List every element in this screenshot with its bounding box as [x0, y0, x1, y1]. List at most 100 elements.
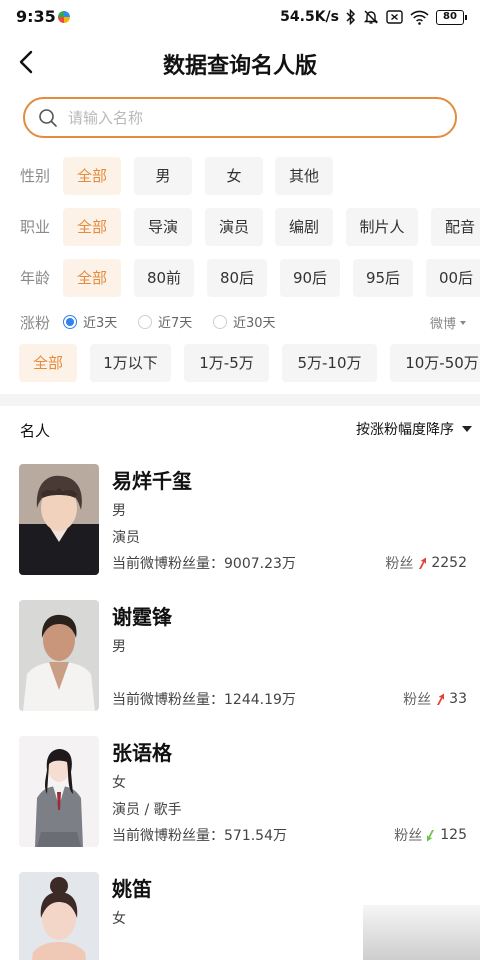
- trend-down-icon: [427, 829, 435, 841]
- weibo-fans-count: 当前微博粉丝量：1244.19万: [112, 689, 296, 709]
- period-option-30-days[interactable]: 近30天: [213, 312, 276, 331]
- occupation-chip-screenwriter[interactable]: 编剧: [275, 208, 333, 246]
- gender-filter-row: 性别 全部 男 女 其他: [0, 157, 480, 195]
- fans-count-value: 571.54万: [224, 828, 287, 844]
- occupation-chip-producer[interactable]: 制片人: [346, 208, 418, 246]
- dropdown-caret-icon: [460, 320, 466, 325]
- fans-change: 粉丝 2252: [385, 553, 467, 573]
- search-box[interactable]: [23, 97, 457, 138]
- period-label: 近30天: [233, 316, 276, 331]
- fans-change: 粉丝 33: [403, 689, 467, 709]
- sort-label: 按涨粉幅度降序: [356, 422, 454, 438]
- period-option-7-days[interactable]: 近7天: [138, 312, 192, 331]
- age-chip-95s[interactable]: 95后: [353, 259, 413, 297]
- sort-dropdown[interactable]: 按涨粉幅度降序: [356, 419, 472, 439]
- app-notification-icon: [58, 11, 70, 23]
- platform-label: 微博: [429, 317, 456, 332]
- sort-caret-icon: [462, 426, 472, 432]
- celebrity-list-item[interactable]: 谢霆锋 男 当前微博粉丝量：1244.19万 粉丝 33: [0, 600, 480, 725]
- fans-delta: 2252: [431, 555, 467, 571]
- occupation-filter-label: 职业: [20, 218, 51, 236]
- gender-chip-female[interactable]: 女: [205, 157, 263, 195]
- avatar: [19, 872, 99, 960]
- age-filter-label: 年龄: [20, 269, 51, 287]
- age-chip-00s[interactable]: 00后: [426, 259, 480, 297]
- wifi-icon: [410, 10, 429, 25]
- radio-selected-icon: [63, 314, 77, 329]
- trend-up-icon: [419, 557, 427, 569]
- celebrity-gender: 女: [112, 775, 126, 791]
- network-speed: 54.5K/s: [280, 9, 339, 25]
- fans-count-value: 9007.23万: [224, 556, 296, 572]
- avatar: [19, 600, 99, 711]
- range-chip-10k-50k[interactable]: 1万-5万: [184, 344, 269, 382]
- fan-growth-period-row: 涨粉 近3天 近7天 近30天 微博: [0, 310, 480, 334]
- celebrity-list-item[interactable]: 张语格 女 演员 / 歌手 当前微博粉丝量：571.54万 粉丝 125: [0, 736, 480, 861]
- age-chip-before-80[interactable]: 80前: [134, 259, 194, 297]
- celebrity-name: 张语格: [112, 741, 172, 765]
- search-input[interactable]: [68, 108, 428, 127]
- fan-growth-label: 涨粉: [20, 314, 51, 332]
- list-title: 名人: [20, 422, 51, 440]
- gender-chip-male[interactable]: 男: [134, 157, 192, 195]
- radio-unselected-icon: [138, 314, 152, 329]
- occupation-chip-director[interactable]: 导演: [134, 208, 192, 246]
- occupation-chip-voice-actor[interactable]: 配音: [431, 208, 480, 246]
- age-chip-80s[interactable]: 80后: [207, 259, 267, 297]
- occupation-chip-all[interactable]: 全部: [63, 208, 121, 246]
- nav-bar: 数据查询名人版: [0, 36, 480, 88]
- period-option-3-days[interactable]: 近3天: [63, 312, 117, 331]
- range-chip-under-10k[interactable]: 1万以下: [90, 344, 171, 382]
- sim-card-icon: [386, 10, 403, 24]
- gesture-overlay: [363, 905, 480, 960]
- page-title: 数据查询名人版: [162, 54, 317, 79]
- celebrity-occupation: 演员: [112, 530, 140, 546]
- range-chip-100k-500k[interactable]: 10万-50万: [390, 344, 480, 382]
- bluetooth-icon: [346, 9, 356, 25]
- celebrity-gender: 男: [112, 639, 126, 655]
- status-time: 9:35: [16, 7, 56, 26]
- search-icon: [39, 108, 57, 127]
- gender-chip-all[interactable]: 全部: [63, 157, 121, 195]
- fan-range-filter-row: 全部 1万以下 1万-5万 5万-10万 10万-50万: [0, 344, 480, 382]
- weibo-fans-count: 当前微博粉丝量：9007.23万: [112, 553, 296, 573]
- mute-bell-icon: [363, 10, 379, 24]
- platform-dropdown[interactable]: 微博: [430, 313, 466, 332]
- age-chip-all[interactable]: 全部: [63, 259, 121, 297]
- status-bar: 9:35 54.5K/s 80: [0, 0, 480, 34]
- age-chip-90s[interactable]: 90后: [280, 259, 340, 297]
- fans-count-prefix: 当前微博粉丝量：: [112, 556, 224, 572]
- radio-unselected-icon: [213, 314, 227, 329]
- range-chip-all[interactable]: 全部: [19, 344, 77, 382]
- battery-indicator: 80: [436, 9, 467, 25]
- celebrity-list-item[interactable]: 易烊千玺 男 演员 当前微博粉丝量：9007.23万 粉丝 2252: [0, 464, 480, 589]
- period-label: 近7天: [158, 316, 193, 331]
- range-chip-50k-100k[interactable]: 5万-10万: [282, 344, 377, 382]
- age-filter-row: 年龄 全部 80前 80后 90后 95后 00后: [0, 259, 480, 297]
- fans-count-value: 1244.19万: [224, 692, 296, 708]
- fans-count-prefix: 当前微博粉丝量：: [112, 692, 224, 708]
- fans-delta: 33: [449, 691, 467, 707]
- celebrity-gender: 女: [112, 911, 126, 927]
- celebrity-gender: 男: [112, 503, 126, 519]
- fans-label: 粉丝: [385, 556, 414, 572]
- avatar: [19, 464, 99, 575]
- celebrity-name: 谢霆锋: [112, 605, 172, 629]
- avatar: [19, 736, 99, 847]
- section-divider: [0, 394, 480, 406]
- fans-label: 粉丝: [403, 692, 432, 708]
- fans-change: 粉丝 125: [394, 825, 467, 845]
- occupation-filter-row: 职业 全部 导演 演员 编剧 制片人 配音: [0, 208, 480, 246]
- gender-chip-other[interactable]: 其他: [275, 157, 333, 195]
- weibo-fans-count: 当前微博粉丝量：571.54万: [112, 825, 287, 845]
- period-label: 近3天: [83, 316, 118, 331]
- occupation-chip-actor[interactable]: 演员: [205, 208, 263, 246]
- celebrity-occupation: 演员 / 歌手: [112, 802, 182, 818]
- trend-up-icon: [437, 693, 445, 705]
- fans-delta: 125: [440, 827, 467, 843]
- fans-count-prefix: 当前微博粉丝量：: [112, 828, 224, 844]
- status-right-cluster: 54.5K/s 80: [280, 7, 467, 27]
- list-header: 名人 按涨粉幅度降序: [0, 406, 480, 452]
- celebrity-name: 姚笛: [112, 877, 152, 901]
- fans-label: 粉丝: [394, 828, 423, 844]
